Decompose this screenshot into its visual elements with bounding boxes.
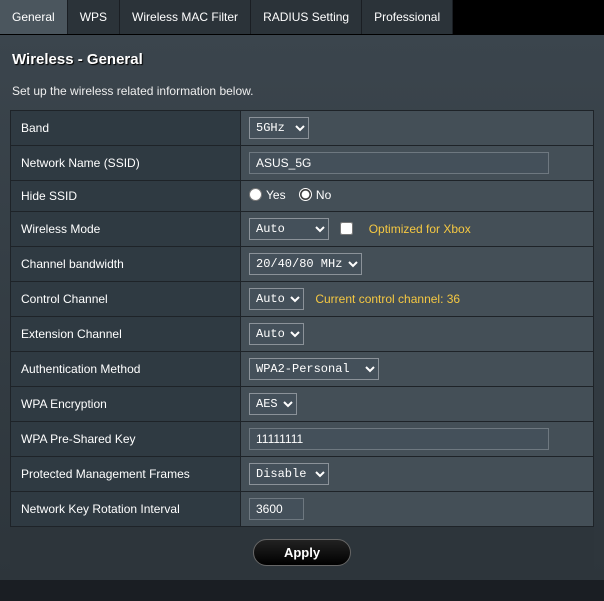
xbox-hint: Optimized for Xbox: [369, 222, 471, 236]
settings-table: Band 5GHz Network Name (SSID) Hide SSID …: [10, 110, 594, 527]
pmf-label: Protected Management Frames: [11, 457, 241, 492]
hide-ssid-yes-label: Yes: [266, 188, 286, 202]
tab-professional[interactable]: Professional: [362, 0, 453, 34]
channel-bw-select[interactable]: 20/40/80 MHz: [249, 253, 362, 275]
auth-method-select[interactable]: WPA2-Personal: [249, 358, 379, 380]
apply-wrap: Apply: [10, 527, 594, 572]
hide-ssid-yes-wrap[interactable]: Yes: [249, 188, 286, 202]
ctrl-channel-hint: Current control channel: 36: [315, 292, 460, 306]
hide-ssid-no-radio[interactable]: [299, 188, 312, 201]
band-select[interactable]: 5GHz: [249, 117, 309, 139]
page-title: Wireless - General: [10, 47, 594, 76]
key-rotation-input[interactable]: [249, 498, 304, 520]
key-rotation-label: Network Key Rotation Interval: [11, 492, 241, 527]
xbox-checkbox[interactable]: [340, 222, 353, 235]
ext-channel-label: Extension Channel: [11, 317, 241, 352]
ext-channel-select[interactable]: Auto: [249, 323, 304, 345]
wpa-psk-label: WPA Pre-Shared Key: [11, 422, 241, 457]
hide-ssid-label: Hide SSID: [11, 181, 241, 212]
ctrl-channel-select[interactable]: Auto: [249, 288, 304, 310]
tab-mac-filter[interactable]: Wireless MAC Filter: [120, 0, 251, 34]
band-label: Band: [11, 111, 241, 146]
wpa-psk-input[interactable]: [249, 428, 549, 450]
hide-ssid-no-wrap[interactable]: No: [299, 188, 331, 202]
ssid-input[interactable]: [249, 152, 549, 174]
ssid-label: Network Name (SSID): [11, 146, 241, 181]
ctrl-channel-label: Control Channel: [11, 282, 241, 317]
hide-ssid-yes-radio[interactable]: [249, 188, 262, 201]
wpa-enc-label: WPA Encryption: [11, 387, 241, 422]
hide-ssid-no-label: No: [316, 188, 331, 202]
apply-button[interactable]: Apply: [253, 539, 351, 566]
tab-wps[interactable]: WPS: [68, 0, 120, 34]
auth-method-label: Authentication Method: [11, 352, 241, 387]
pmf-select[interactable]: Disable: [249, 463, 329, 485]
wireless-mode-select[interactable]: Auto: [249, 218, 329, 240]
wpa-enc-select[interactable]: AES: [249, 393, 297, 415]
tab-bar: General WPS Wireless MAC Filter RADIUS S…: [0, 0, 604, 35]
main-panel: Wireless - General Set up the wireless r…: [0, 35, 604, 580]
tab-radius[interactable]: RADIUS Setting: [251, 0, 362, 34]
tab-general[interactable]: General: [0, 0, 68, 34]
wireless-mode-label: Wireless Mode: [11, 212, 241, 247]
channel-bw-label: Channel bandwidth: [11, 247, 241, 282]
page-subtitle: Set up the wireless related information …: [10, 76, 594, 110]
